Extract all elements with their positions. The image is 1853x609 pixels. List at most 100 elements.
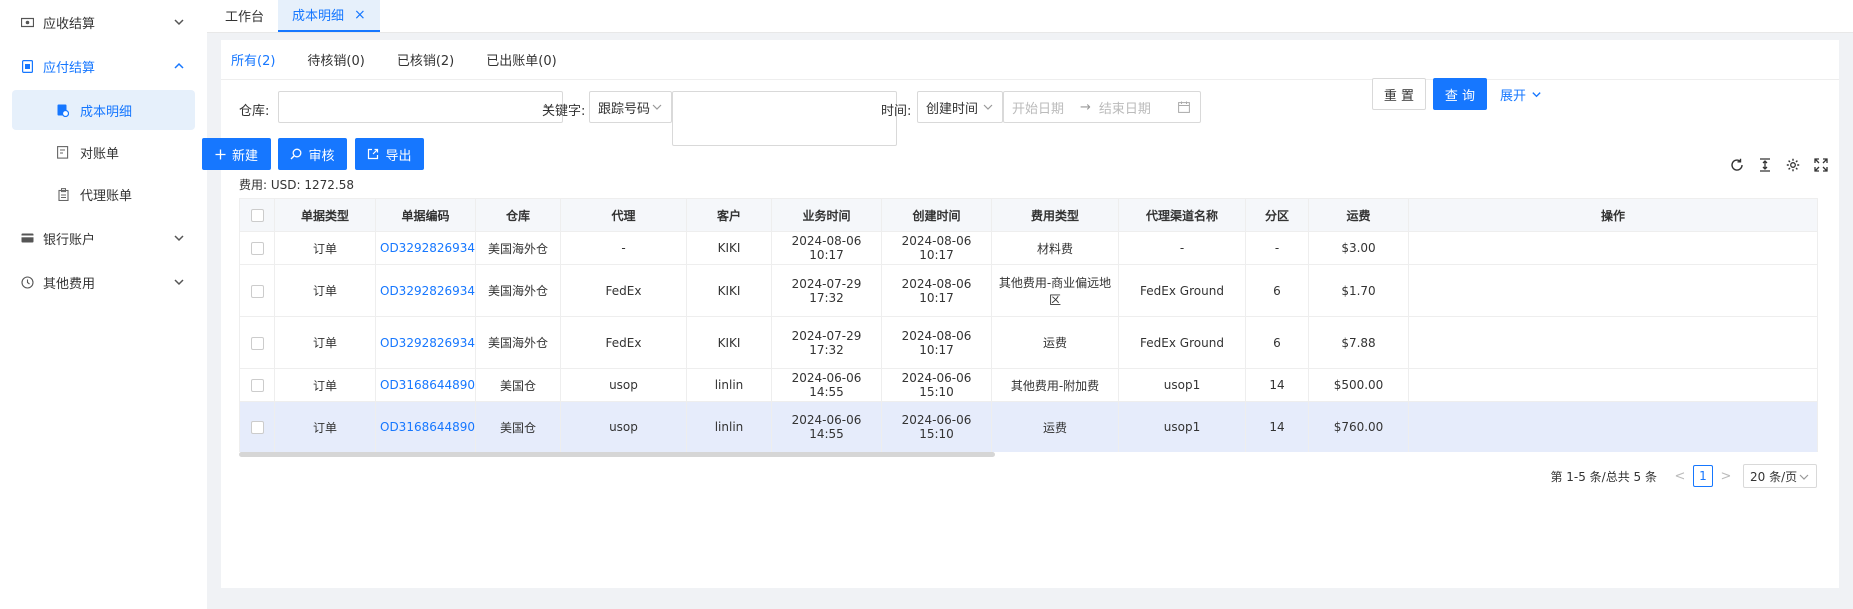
chevron-down-icon bbox=[983, 104, 993, 110]
column-header[interactable]: 代理渠道名称 bbox=[1118, 198, 1246, 232]
row-checkbox[interactable] bbox=[250, 421, 264, 434]
column-header[interactable]: 费用类型 bbox=[991, 198, 1119, 232]
chevron-down-icon bbox=[652, 104, 662, 110]
sidebar-group-label: 应收结算 bbox=[43, 16, 96, 32]
table-cell: 美国海外仓 bbox=[475, 231, 561, 265]
time-type-select[interactable]: 创建时间 bbox=[917, 91, 1003, 123]
close-icon[interactable]: × bbox=[354, 7, 366, 23]
sidebar-item-label: 成本明细 bbox=[80, 104, 133, 120]
prev-page-button[interactable]: < bbox=[1671, 469, 1689, 484]
table-cell: 2024-08-06 10:17 bbox=[881, 264, 992, 317]
table-cell: FedEx bbox=[560, 264, 687, 317]
chevron-up-icon bbox=[174, 62, 184, 69]
status-tab-pending[interactable]: 待核销(0) bbox=[307, 40, 364, 80]
table-cell: - bbox=[1245, 231, 1309, 265]
table-cell: 美国仓 bbox=[475, 368, 561, 402]
select-all-checkbox[interactable] bbox=[250, 209, 264, 222]
calendar-icon bbox=[1178, 101, 1190, 113]
gear-icon[interactable] bbox=[1785, 157, 1801, 173]
refresh-icon[interactable] bbox=[1729, 157, 1745, 173]
column-header[interactable]: 分区 bbox=[1245, 198, 1309, 232]
expand-label: 展开 bbox=[1500, 89, 1527, 104]
row-checkbox[interactable] bbox=[250, 379, 264, 392]
page-number-button[interactable]: 1 bbox=[1693, 465, 1713, 487]
audit-button[interactable]: 审核 bbox=[278, 138, 347, 170]
row-select-cell bbox=[239, 231, 275, 265]
table-row[interactable]: 订单 OD3168644890 美国仓 usop linlin 2024-06-06 14… bbox=[239, 401, 1818, 452]
sidebar-item-agent-bill[interactable]: 代理账单 bbox=[12, 174, 195, 214]
row-checkbox[interactable] bbox=[250, 336, 264, 350]
document-code-link[interactable]: OD3168644890 bbox=[375, 368, 476, 402]
document-code-link[interactable]: OD3168644890 bbox=[375, 401, 476, 452]
status-tab-billed[interactable]: 已出账单(0) bbox=[486, 40, 556, 80]
table-header-row: 单据类型 单据编码 仓库 代理 客户 业务时间 创建时间 费用类型 代理渠道名称… bbox=[239, 198, 1818, 232]
export-button[interactable]: 导出 bbox=[355, 138, 424, 170]
table-cell: 其他费用-附加费 bbox=[991, 368, 1119, 402]
column-header[interactable]: 操作 bbox=[1408, 198, 1818, 232]
document-code-link[interactable]: OD3292826934 bbox=[375, 316, 476, 369]
fullscreen-icon[interactable] bbox=[1813, 157, 1829, 173]
column-header[interactable]: 仓库 bbox=[475, 198, 561, 232]
row-checkbox[interactable] bbox=[250, 242, 264, 255]
column-header[interactable]: 业务时间 bbox=[771, 198, 882, 232]
pagination-total: 第 1-5 条/总共 5 条 bbox=[1550, 469, 1657, 484]
sidebar-item-cost-detail[interactable]: 成本明细 bbox=[12, 90, 195, 130]
keyword-type-select[interactable]: 跟踪号码 bbox=[589, 91, 672, 123]
page-size-select[interactable]: 20 条/页 bbox=[1743, 464, 1817, 488]
table-cell: KIKI bbox=[686, 264, 772, 317]
other-fee-icon bbox=[20, 275, 34, 289]
start-date-input[interactable]: 开始日期 bbox=[1012, 98, 1064, 117]
warehouse-select[interactable] bbox=[278, 91, 563, 123]
expand-link[interactable]: 展开 bbox=[1500, 85, 1542, 104]
status-tab-all[interactable]: 所有(2) bbox=[231, 40, 275, 80]
table-row[interactable]: 订单 OD3292826934 美国海外仓 - KIKI 2024-08-06 10:17… bbox=[239, 231, 1818, 265]
reset-button[interactable]: 重 置 bbox=[1372, 78, 1426, 110]
table-cell: - bbox=[560, 231, 687, 265]
end-date-input[interactable]: 结束日期 bbox=[1099, 98, 1151, 117]
sidebar-group-payable[interactable]: 应付结算 bbox=[0, 44, 207, 88]
row-checkbox[interactable] bbox=[250, 284, 264, 298]
table-cell: 2024-08-06 10:17 bbox=[771, 231, 882, 265]
table-cell: 其他费用-商业偏远地区 bbox=[991, 264, 1119, 317]
column-header[interactable]: 运费 bbox=[1308, 198, 1409, 232]
table-cell: $3.00 bbox=[1308, 231, 1409, 265]
column-height-icon[interactable] bbox=[1757, 157, 1773, 173]
document-code-link[interactable]: OD3292826934 bbox=[375, 231, 476, 265]
table-cell: 材料费 bbox=[991, 231, 1119, 265]
table-toolbar bbox=[1729, 157, 1829, 173]
sidebar-group-receivable[interactable]: 应收结算 bbox=[0, 0, 207, 44]
new-button[interactable]: 新建 bbox=[202, 138, 271, 170]
row-select-cell bbox=[239, 401, 275, 452]
query-button[interactable]: 查 询 bbox=[1433, 78, 1487, 110]
tab-workbench[interactable]: 工作台 bbox=[211, 0, 278, 32]
date-range-picker[interactable]: 开始日期 → 结束日期 bbox=[1003, 91, 1201, 123]
page-size-value: 20 条/页 bbox=[1750, 469, 1798, 484]
document-code-link[interactable]: OD3292826934 bbox=[375, 264, 476, 317]
horizontal-scrollbar[interactable] bbox=[239, 452, 995, 457]
table-row[interactable]: 订单 OD3168644890 美国仓 usop linlin 2024-06-06 14… bbox=[239, 368, 1818, 402]
tab-cost-detail[interactable]: 成本明细 × bbox=[278, 0, 380, 32]
column-header[interactable]: 代理 bbox=[560, 198, 687, 232]
arrow-right-icon: → bbox=[1080, 99, 1091, 115]
cost-table: 单据类型 单据编码 仓库 代理 客户 业务时间 创建时间 费用类型 代理渠道名称… bbox=[239, 198, 1836, 452]
keyword-textarea[interactable] bbox=[672, 91, 897, 146]
cost-table-grid: 单据类型 单据编码 仓库 代理 客户 业务时间 创建时间 费用类型 代理渠道名称… bbox=[239, 198, 1818, 452]
sidebar-group-other-fees[interactable]: 其他费用 bbox=[0, 260, 207, 304]
actions-cell bbox=[1408, 401, 1818, 452]
table-row[interactable]: 订单 OD3292826934 美国海外仓 FedEx KIKI 2024-07-29 1… bbox=[239, 264, 1818, 317]
column-header[interactable]: 单据编码 bbox=[375, 198, 476, 232]
column-header[interactable]: 单据类型 bbox=[274, 198, 376, 232]
column-header[interactable]: 创建时间 bbox=[881, 198, 992, 232]
status-tab-verified[interactable]: 已核销(2) bbox=[397, 40, 454, 80]
sidebar-group-label: 应付结算 bbox=[43, 60, 96, 76]
table-cell: 美国海外仓 bbox=[475, 264, 561, 317]
table-row[interactable]: 订单 OD3292826934 美国海外仓 FedEx KIKI 2024-07-29 1… bbox=[239, 316, 1818, 369]
receivable-icon bbox=[20, 15, 34, 29]
table-cell: 2024-06-06 15:10 bbox=[881, 368, 992, 402]
sidebar-item-statement[interactable]: 对账单 bbox=[12, 132, 195, 172]
sidebar-group-bank-account[interactable]: 银行账户 bbox=[0, 216, 207, 260]
tab-label: 成本明细 bbox=[292, 9, 345, 24]
column-header[interactable]: 客户 bbox=[686, 198, 772, 232]
sidebar: 应收结算 应付结算 成本明细 对账单 代理账单 银行账户 其他费用 bbox=[0, 0, 207, 609]
next-page-button[interactable]: > bbox=[1717, 469, 1735, 484]
